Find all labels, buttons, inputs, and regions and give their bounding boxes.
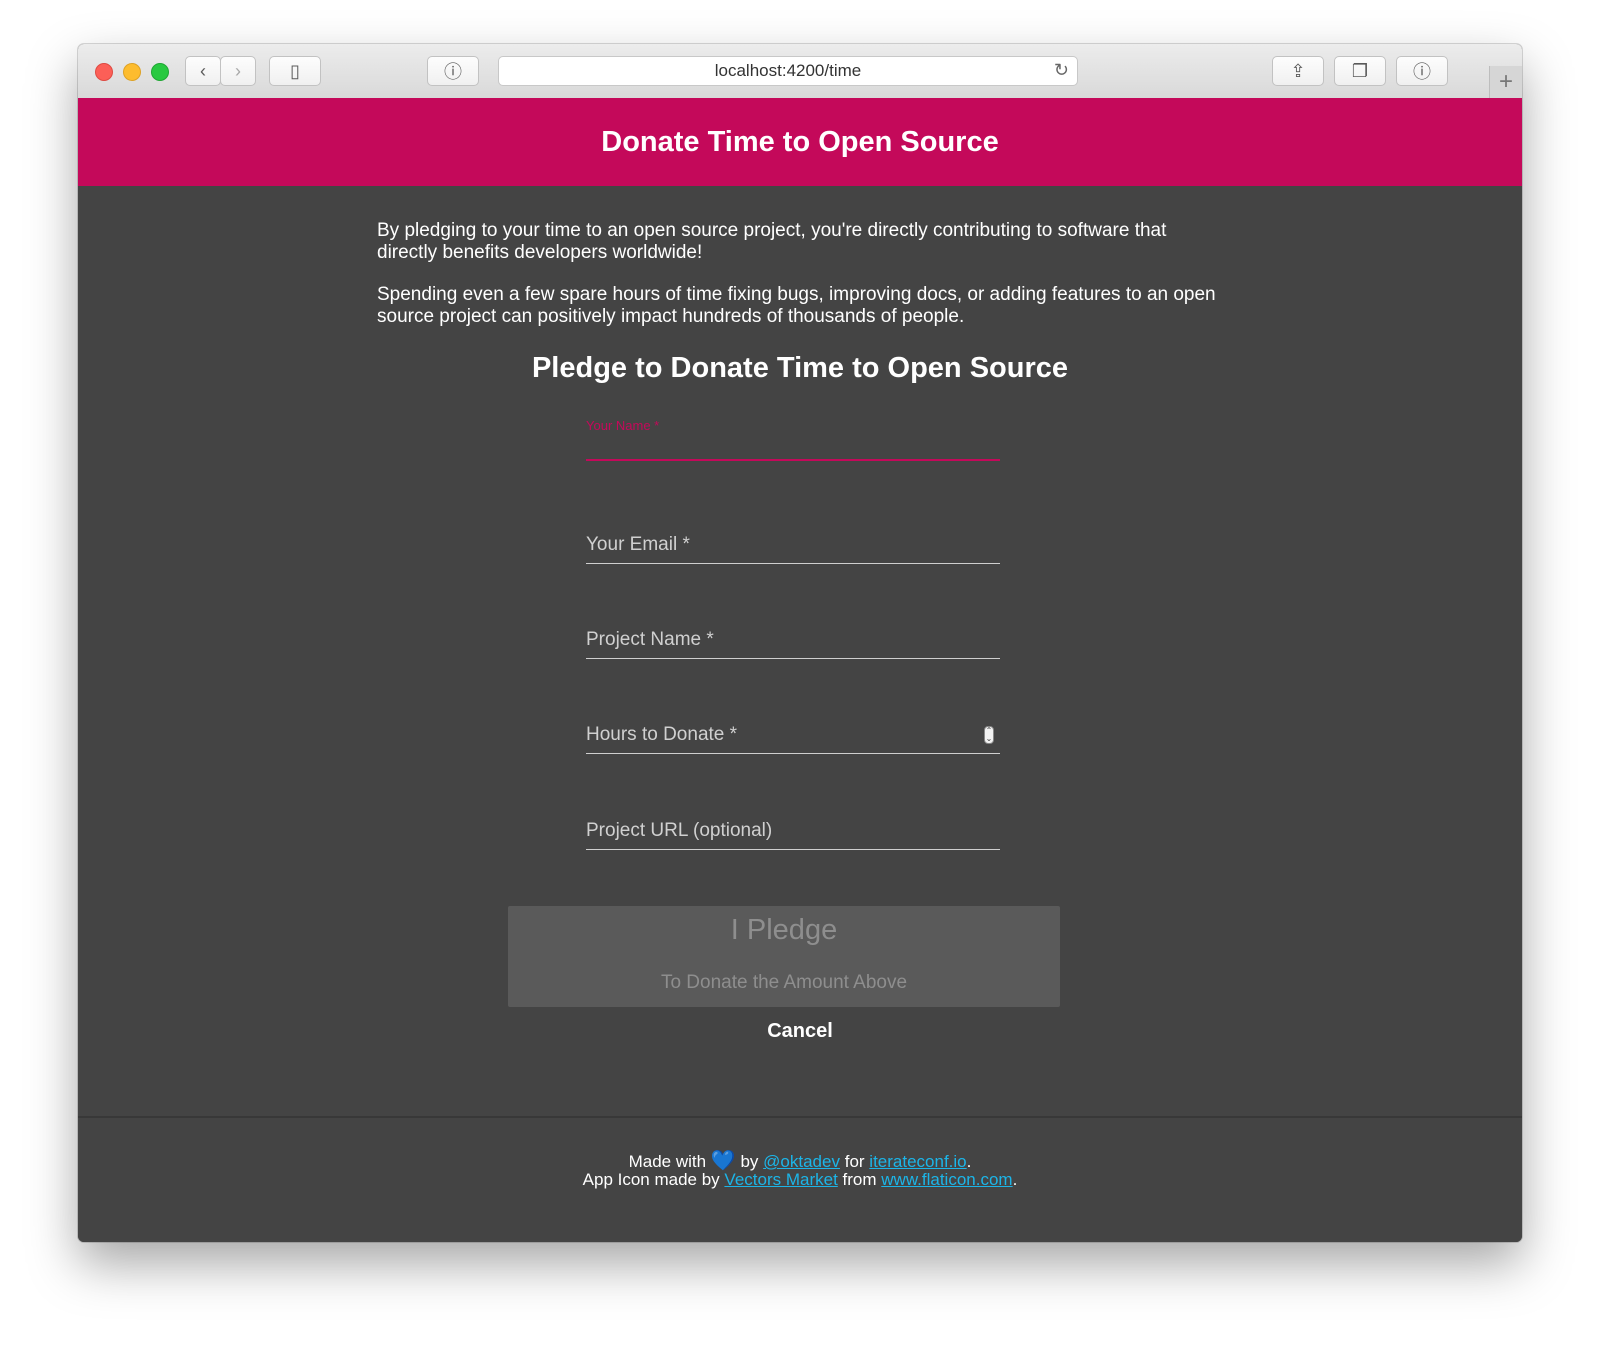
hours-field[interactable]: Hours to Donate * ⌃ ⌄ xyxy=(586,724,1000,754)
project-name-field-underline xyxy=(586,658,1000,659)
flaticon-link[interactable]: www.flaticon.com xyxy=(881,1170,1012,1189)
project-name-field-label: Project Name * xyxy=(586,629,714,650)
zoom-window-button[interactable] xyxy=(151,63,169,81)
vectors-market-link[interactable]: Vectors Market xyxy=(724,1170,837,1189)
oktadev-link[interactable]: @oktadev xyxy=(763,1152,840,1171)
info-icon: ⓘ xyxy=(1413,62,1431,82)
app-header: Donate Time to Open Source xyxy=(78,98,1522,186)
chevron-left-icon: ‹ xyxy=(200,60,206,81)
plus-icon: + xyxy=(1498,68,1513,95)
pledge-button-sublabel: To Donate the Amount Above xyxy=(660,972,908,993)
tabs-icon: ❐ xyxy=(1351,60,1369,81)
form-title: Pledge to Donate Time to Open Source xyxy=(531,352,1069,384)
sidebar-button[interactable]: ▯ xyxy=(269,56,321,86)
cancel-label[interactable]: Cancel xyxy=(767,1020,833,1042)
heart-icon: 💙 xyxy=(710,1150,736,1172)
name-field-label: Your Name * xyxy=(586,418,660,433)
project-name-field[interactable]: Project Name * xyxy=(586,629,1000,659)
chevron-right-icon: › xyxy=(235,60,241,81)
pledge-button-label: I Pledge xyxy=(730,914,838,946)
privacy-button[interactable]: ⓘ xyxy=(427,56,479,86)
footer: Made with 💙 by @oktadev for iterateconf.… xyxy=(78,1116,1522,1242)
app-icon-text: App Icon made by xyxy=(582,1170,720,1189)
new-tab-button[interactable]: + xyxy=(1489,66,1522,98)
forward-button[interactable]: › xyxy=(220,56,256,86)
footer-period-1: . xyxy=(966,1152,972,1171)
tabs-button[interactable]: ❐ xyxy=(1334,56,1386,86)
name-field-underline xyxy=(586,459,1000,461)
project-url-field-underline xyxy=(586,849,1000,850)
number-spinner-icon[interactable]: ⌃ ⌄ xyxy=(984,726,994,744)
page-title: Donate Time to Open Source xyxy=(601,125,999,158)
hours-field-label: Hours to Donate * xyxy=(586,724,738,745)
email-field[interactable]: Your Email * xyxy=(586,534,1000,564)
pledge-button[interactable]: I Pledge To Donate the Amount Above xyxy=(508,906,1060,1007)
intro-paragraph-1: By pledging to your time to an open sour… xyxy=(377,220,1167,263)
email-field-label: Your Email * xyxy=(586,534,690,555)
browser-window: ‹ › ▯ ⓘ localhost:4200/time ↻ ⇪ ❐ ⓘ + Do… xyxy=(78,44,1522,1242)
back-button[interactable]: ‹ xyxy=(185,56,221,86)
share-button[interactable]: ⇪ xyxy=(1272,56,1324,86)
share-icon: ⇪ xyxy=(1290,60,1306,81)
iterateconf-link[interactable]: iterateconf.io xyxy=(869,1152,966,1171)
for-text: for xyxy=(844,1152,865,1171)
intro-paragraph-2: Spending even a few spare hours of time … xyxy=(377,284,1216,327)
name-field[interactable]: Your Name * xyxy=(586,418,1000,464)
by-text: by xyxy=(740,1152,759,1171)
privacy-icon: ⓘ xyxy=(444,62,462,82)
from-text: from xyxy=(842,1170,877,1189)
footer-period-2: . xyxy=(1012,1170,1018,1189)
reload-icon[interactable]: ↻ xyxy=(1054,60,1069,81)
info-button[interactable]: ⓘ xyxy=(1396,56,1448,86)
main-content: By pledging to your time to an open sour… xyxy=(78,186,1522,1116)
project-url-field-label: Project URL (optional) xyxy=(586,820,773,841)
cancel-button[interactable]: Cancel xyxy=(78,1020,1522,1043)
address-bar[interactable]: localhost:4200/time ↻ xyxy=(498,56,1078,86)
close-window-button[interactable] xyxy=(95,63,113,81)
url-text: localhost:4200/time xyxy=(714,61,862,80)
sidebar-icon: ▯ xyxy=(290,60,300,81)
hours-field-underline xyxy=(586,753,1000,754)
minimize-window-button[interactable] xyxy=(123,63,141,81)
made-with-text: Made with xyxy=(628,1152,707,1171)
footer-icon-credits-row: App Icon made by Vectors Market from www… xyxy=(78,1170,1522,1190)
project-url-field[interactable]: Project URL (optional) xyxy=(586,820,1000,850)
email-field-underline xyxy=(586,563,1000,564)
browser-toolbar: ‹ › ▯ ⓘ localhost:4200/time ↻ ⇪ ❐ ⓘ + xyxy=(78,44,1522,99)
